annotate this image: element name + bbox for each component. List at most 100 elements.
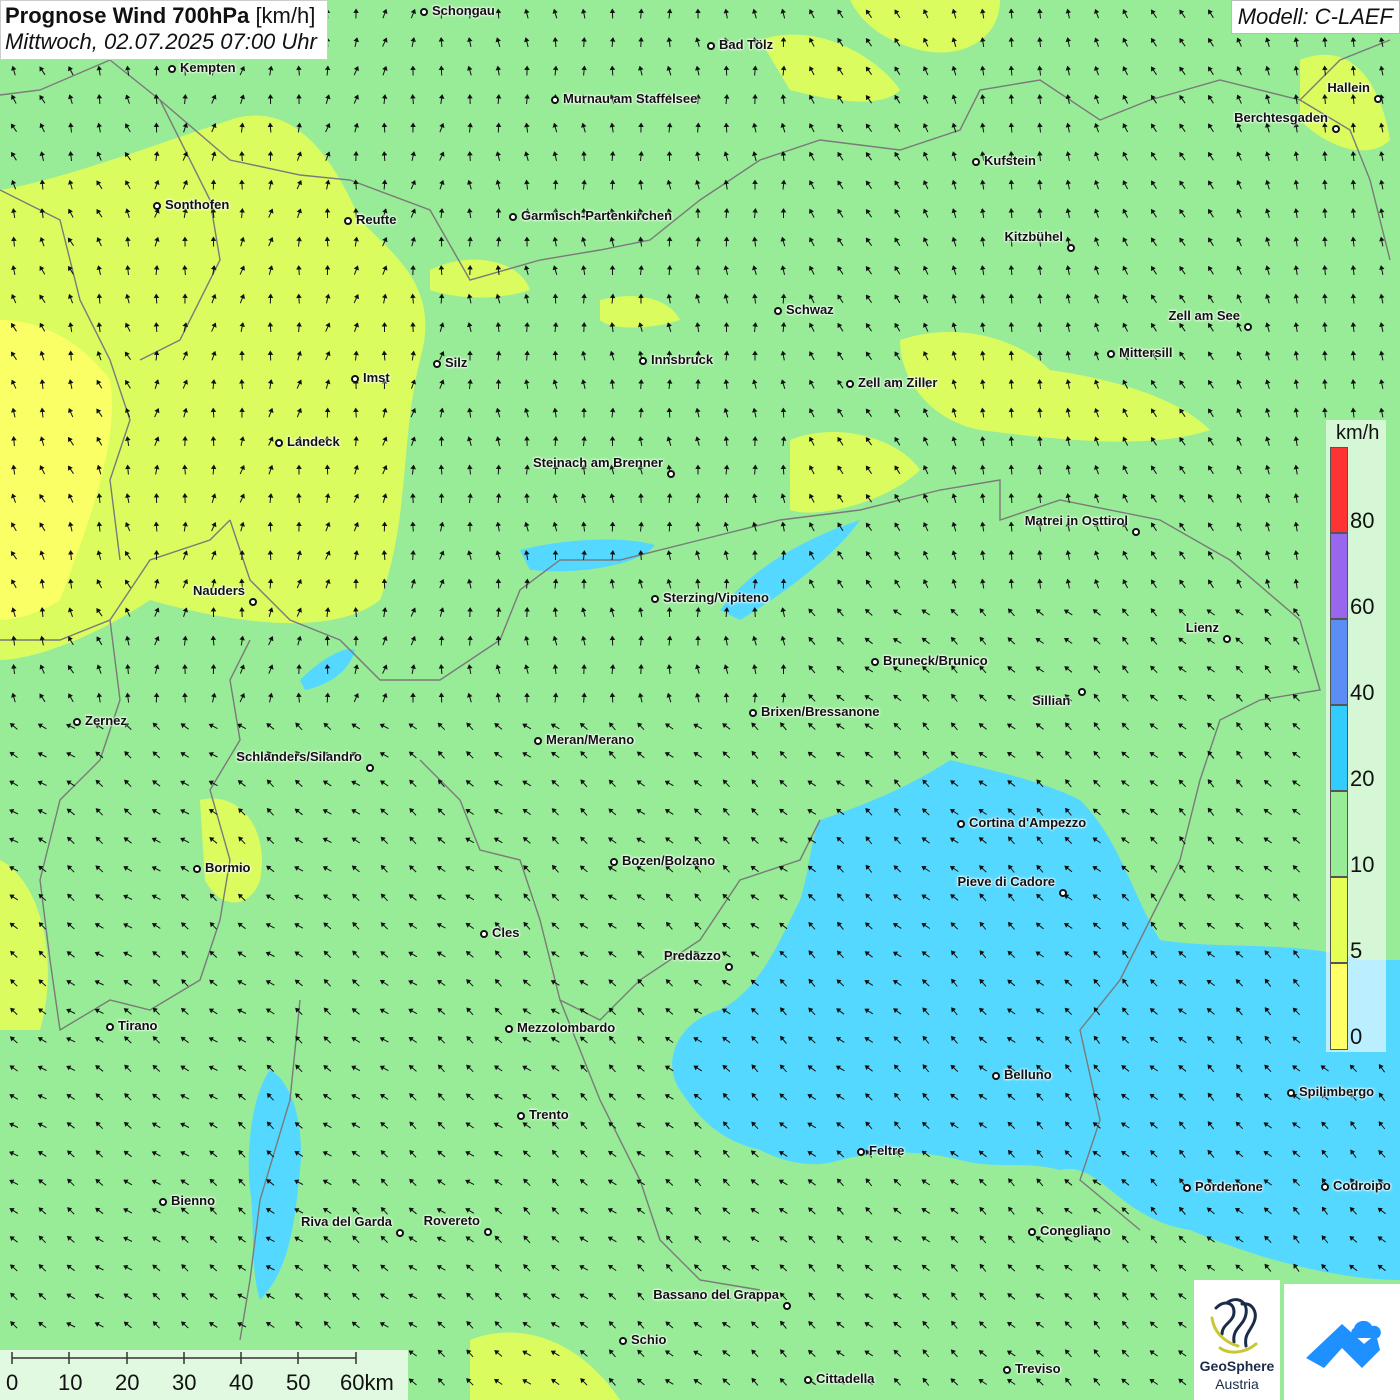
wind-arrow bbox=[951, 151, 957, 161]
city-marker[interactable] bbox=[551, 96, 559, 104]
wind-arrow bbox=[637, 978, 645, 987]
wind-arrow bbox=[1094, 578, 1100, 589]
city-marker[interactable] bbox=[275, 439, 283, 447]
wind-arrow bbox=[723, 379, 730, 390]
wind-arrow bbox=[865, 408, 873, 417]
city-marker[interactable] bbox=[804, 1376, 812, 1384]
city-marker[interactable] bbox=[1028, 1228, 1036, 1236]
city-marker[interactable] bbox=[249, 598, 257, 606]
city-marker[interactable] bbox=[1244, 323, 1252, 331]
city-marker[interactable] bbox=[505, 1025, 513, 1033]
wind-arrow bbox=[211, 522, 217, 532]
cloud-mountain-logo[interactable] bbox=[1284, 1284, 1400, 1400]
city-marker[interactable] bbox=[1287, 1089, 1295, 1097]
city-marker[interactable] bbox=[610, 858, 618, 866]
city-marker[interactable] bbox=[1107, 350, 1115, 358]
wind-arrow bbox=[609, 293, 616, 304]
wind-arrow bbox=[1379, 151, 1385, 162]
wind-arrow bbox=[38, 1008, 47, 1015]
city-marker[interactable] bbox=[396, 1229, 404, 1237]
wind-arrow bbox=[96, 493, 103, 504]
city-marker[interactable] bbox=[857, 1148, 865, 1156]
wind-arrow bbox=[693, 1008, 703, 1015]
wind-arrow bbox=[353, 151, 359, 162]
wind-arrow bbox=[1149, 780, 1158, 787]
wind-arrow bbox=[381, 151, 388, 162]
city-marker[interactable] bbox=[619, 1337, 627, 1345]
city-marker[interactable] bbox=[153, 202, 161, 210]
wind-arrow bbox=[1149, 694, 1158, 702]
wind-arrow bbox=[581, 407, 587, 418]
wind-arrow bbox=[381, 179, 388, 190]
wind-arrow bbox=[182, 635, 188, 646]
city-marker[interactable] bbox=[73, 718, 81, 726]
city-marker[interactable] bbox=[484, 1228, 492, 1236]
wind-arrow bbox=[865, 1121, 873, 1130]
city-marker[interactable] bbox=[774, 307, 782, 315]
wind-arrow bbox=[1235, 693, 1243, 702]
city-marker[interactable] bbox=[992, 1072, 1000, 1080]
wind-arrow bbox=[495, 350, 502, 361]
wind-arrow bbox=[1121, 780, 1130, 787]
wind-arrow bbox=[779, 1064, 787, 1073]
city-marker[interactable] bbox=[651, 595, 659, 603]
wind-arrow bbox=[438, 65, 445, 76]
city-marker[interactable] bbox=[667, 470, 675, 478]
wind-arrow bbox=[267, 293, 274, 304]
wind-arrow bbox=[523, 1264, 531, 1272]
wind-arrow bbox=[695, 692, 701, 703]
city-marker[interactable] bbox=[534, 737, 542, 745]
wind-arrow bbox=[211, 350, 217, 361]
city-marker[interactable] bbox=[1321, 1183, 1329, 1191]
city-marker[interactable] bbox=[509, 213, 517, 221]
city-marker[interactable] bbox=[1003, 1366, 1011, 1374]
city-marker[interactable] bbox=[1132, 528, 1140, 536]
city-marker[interactable] bbox=[1374, 95, 1382, 103]
city-marker[interactable] bbox=[1332, 125, 1340, 133]
city-marker[interactable] bbox=[420, 8, 428, 16]
city-marker[interactable] bbox=[749, 709, 757, 717]
city-marker[interactable] bbox=[972, 158, 980, 166]
city-marker[interactable] bbox=[517, 1112, 525, 1120]
city-marker[interactable] bbox=[1067, 244, 1075, 252]
city-marker[interactable] bbox=[480, 930, 488, 938]
city-marker[interactable] bbox=[351, 375, 359, 383]
wind-arrow bbox=[125, 635, 131, 646]
wind-arrow bbox=[893, 1321, 902, 1329]
city-marker[interactable] bbox=[1223, 635, 1231, 643]
city-marker[interactable] bbox=[783, 1302, 791, 1310]
city-marker[interactable] bbox=[433, 360, 441, 368]
wind-arrow bbox=[921, 1179, 931, 1186]
wind-arrow bbox=[552, 521, 558, 532]
city-marker[interactable] bbox=[846, 380, 854, 388]
wind-arrow bbox=[438, 493, 445, 504]
city-marker[interactable] bbox=[725, 963, 733, 971]
wind-arrow bbox=[1121, 893, 1130, 901]
city-marker[interactable] bbox=[707, 42, 715, 50]
city-marker[interactable] bbox=[159, 1198, 167, 1206]
wind-arrow bbox=[950, 1035, 958, 1044]
city-marker[interactable] bbox=[1183, 1184, 1191, 1192]
wind-arrow bbox=[154, 436, 160, 446]
geosphere-logo[interactable]: GeoSphere Austria bbox=[1194, 1280, 1280, 1400]
city-marker[interactable] bbox=[639, 357, 647, 365]
city-marker[interactable] bbox=[106, 1023, 114, 1031]
city-marker[interactable] bbox=[1078, 688, 1086, 696]
city-marker[interactable] bbox=[957, 820, 965, 828]
city-marker[interactable] bbox=[366, 764, 374, 772]
wind-arrow bbox=[1094, 8, 1100, 19]
wind-arrow bbox=[467, 692, 473, 703]
city-marker[interactable] bbox=[871, 658, 879, 666]
wind-arrow bbox=[580, 1378, 588, 1386]
wind-arrow bbox=[836, 893, 844, 902]
wind-arrow bbox=[1122, 66, 1129, 76]
city-marker[interactable] bbox=[344, 217, 352, 225]
wind-arrow bbox=[636, 1235, 645, 1243]
wind-arrow bbox=[1207, 722, 1215, 731]
city-marker[interactable] bbox=[1059, 889, 1067, 897]
city-marker[interactable] bbox=[193, 865, 201, 873]
wind-arrow bbox=[524, 521, 530, 532]
city-label: Schio bbox=[631, 1332, 667, 1347]
city-marker[interactable] bbox=[168, 65, 176, 73]
wind-arrow bbox=[666, 37, 673, 48]
